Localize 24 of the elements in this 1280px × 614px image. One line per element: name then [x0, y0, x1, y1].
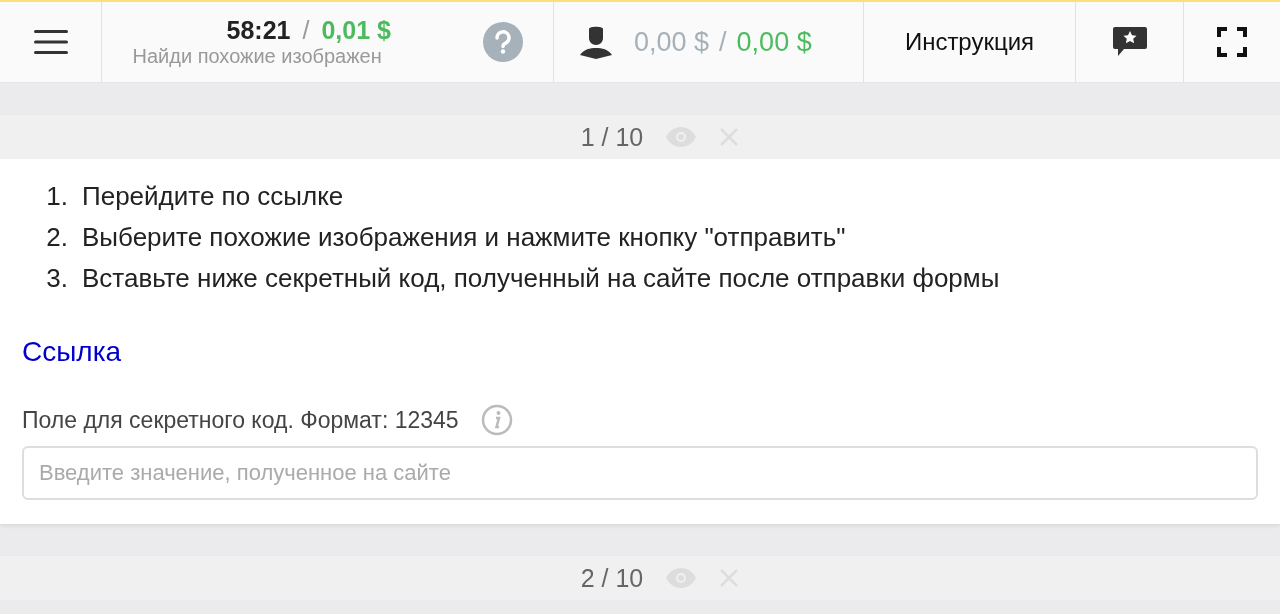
balance: 0,00 $ — [736, 26, 812, 58]
secret-code-field[interactable]: Введите значение, полученное на сайте — [22, 446, 1258, 500]
task-reward: 0,01 $ — [321, 16, 391, 45]
instruction-button[interactable]: Инструкция — [896, 20, 1043, 64]
timer: 58:21 — [226, 16, 291, 45]
pending-balance: 0,00 $ — [634, 26, 710, 58]
task-title: Найди похожие изображен — [132, 45, 382, 68]
fullscreen-button[interactable] — [1217, 27, 1247, 57]
step-text: Вставьте ниже секретный код, полученный на сайте после отправки формы — [82, 263, 1000, 294]
step-number: 3. — [45, 263, 68, 294]
separator: / — [719, 26, 727, 58]
task-counter: 2 / 10 — [580, 563, 644, 593]
separator: / — [302, 16, 310, 45]
step-text: Выберите похожие изображения и нажмите кнопку "отправить" — [82, 222, 846, 253]
question-icon — [492, 30, 513, 54]
task-link[interactable]: Ссылка — [22, 336, 122, 368]
step-text: Перейдите по ссылке — [82, 181, 344, 212]
field-label: Поле для секретного код. Формат: 12345 — [22, 406, 459, 434]
user-icon — [580, 25, 612, 59]
step-number: 2. — [45, 222, 68, 253]
step-number: 1. — [45, 181, 68, 212]
help-button[interactable] — [482, 22, 523, 62]
info-icon[interactable] — [480, 404, 513, 436]
task-counter: 1 / 10 — [580, 122, 644, 152]
